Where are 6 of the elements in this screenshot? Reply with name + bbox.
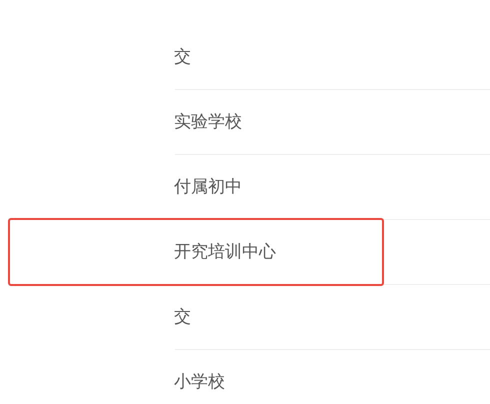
school-name[interactable]: 交: [174, 47, 191, 68]
school-name[interactable]: 小学校: [174, 372, 225, 393]
school-name[interactable]: 实验学校: [174, 112, 242, 133]
school-name[interactable]: 交: [174, 307, 191, 328]
school-name[interactable]: 开究培训中心: [174, 242, 276, 263]
school-name[interactable]: 付属初中: [174, 177, 242, 198]
